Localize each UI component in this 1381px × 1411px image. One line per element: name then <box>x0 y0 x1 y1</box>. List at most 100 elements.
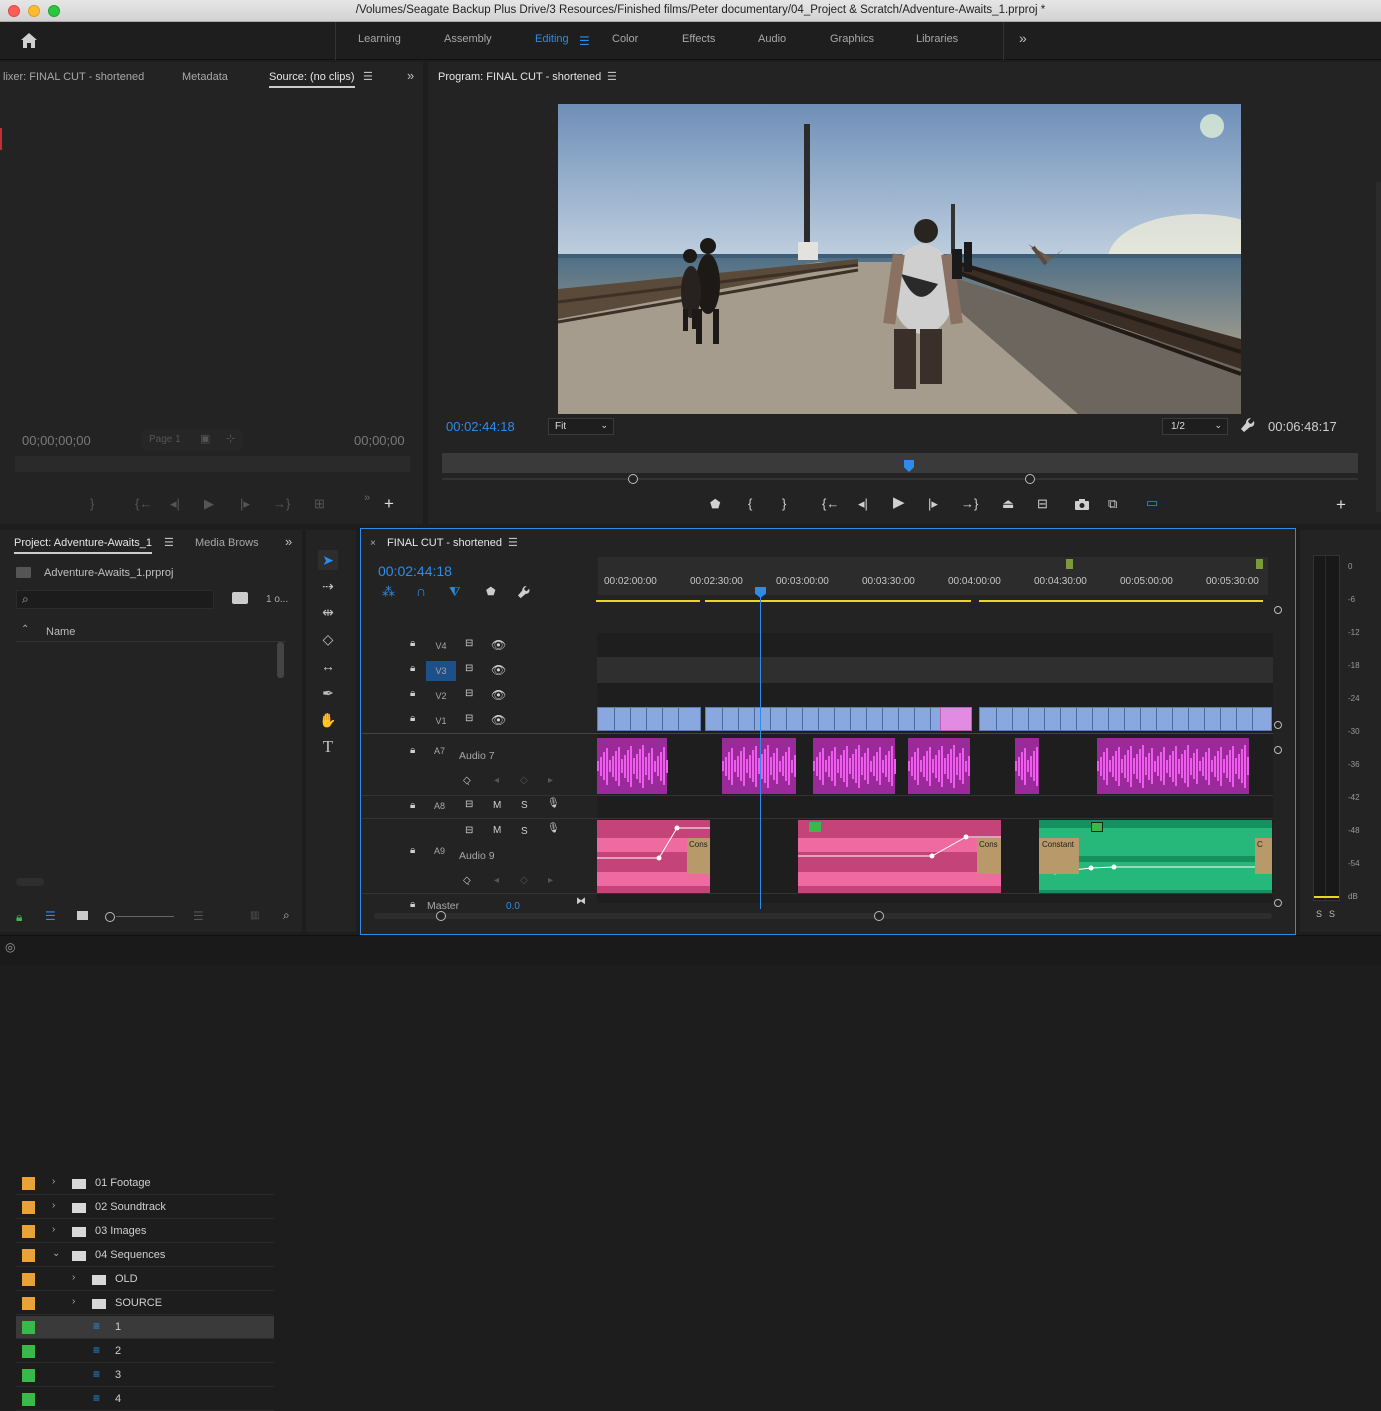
crossfade-transition[interactable]: Cons <box>977 838 1001 874</box>
add-button-icon[interactable]: + <box>1336 496 1346 513</box>
label-color-swatch[interactable] <box>22 1225 35 1238</box>
zoom-level-select[interactable]: Fit ⌄ <box>548 418 614 435</box>
tab-sequence[interactable]: FINAL CUT - shortened <box>387 537 502 549</box>
crossfade-transition[interactable]: Cons <box>687 838 710 874</box>
sequence-marker-icon[interactable] <box>1066 559 1073 569</box>
v1-clip[interactable] <box>597 707 701 731</box>
source-buttons-overflow-icon[interactable]: » <box>364 492 370 504</box>
master-volume-value[interactable]: 0.0 <box>506 901 520 912</box>
v1-sync-lock-icon[interactable]: ⊟ <box>465 713 473 724</box>
comparison-view-icon[interactable]: ⧉ <box>1108 497 1117 510</box>
sort-chevron-icon[interactable]: ⌃ <box>21 624 29 635</box>
chevron-right-icon[interactable]: › <box>72 1296 75 1307</box>
ripple-edit-tool-icon[interactable]: ⇹ <box>318 602 338 622</box>
add-marker-icon[interactable]: ⬟ <box>710 498 720 511</box>
v1-eye-icon[interactable]: 👁︎ <box>491 713 506 727</box>
creative-cloud-icon[interactable]: ◎ <box>5 940 15 954</box>
a7-add-keyframe-icon[interactable]: ◇ <box>520 775 528 786</box>
zoom-handle-left[interactable] <box>628 474 638 484</box>
zoom-slider-track[interactable] <box>116 916 174 917</box>
a7-lock-icon[interactable]: 🔒︎ <box>410 745 415 756</box>
label-color-swatch[interactable] <box>22 1345 35 1358</box>
h-zoom-handle-left[interactable] <box>436 911 446 921</box>
drag-video-icon[interactable]: ▣ <box>200 432 210 445</box>
a7-audio-clip[interactable] <box>597 738 668 794</box>
label-color-swatch[interactable] <box>22 1177 35 1190</box>
type-tool-icon[interactable]: T <box>318 737 338 757</box>
extract-icon[interactable]: ⊟ <box>1037 497 1048 510</box>
a8-mute-button[interactable]: M <box>493 800 501 811</box>
step-back-icon[interactable]: ◂| <box>170 497 180 510</box>
project-bin-row[interactable]: › 03 Images <box>16 1220 274 1243</box>
add-marker-icon[interactable]: ⬟ <box>486 585 496 598</box>
v3-eye-icon[interactable]: 👁︎ <box>491 663 506 677</box>
v4-eye-icon[interactable]: 👁︎ <box>491 638 506 652</box>
v4-track-target[interactable]: V4 <box>426 636 456 656</box>
tab-source[interactable]: Source: (no clips) <box>269 71 355 88</box>
v1-clip-adjustment[interactable] <box>940 707 972 731</box>
a9-sync-lock-icon[interactable]: ⊟ <box>465 825 473 836</box>
panel-resize-edge[interactable] <box>1376 182 1381 512</box>
a8-track-id[interactable]: A8 <box>434 801 445 811</box>
workspace-tab-libraries[interactable]: Libraries <box>916 33 958 45</box>
workspace-tab-color[interactable]: Color <box>612 33 638 45</box>
a9-keyframe-icon[interactable]: ◇̣ <box>463 875 471 886</box>
v-zoom-handle[interactable] <box>1274 606 1282 614</box>
label-color-swatch[interactable] <box>22 1393 35 1406</box>
playback-resolution-select[interactable]: 1/2 ⌄ <box>1162 418 1228 435</box>
sort-icons-icon[interactable]: ☰ <box>193 909 204 923</box>
timeline-h-scrollbar[interactable] <box>374 913 1272 919</box>
a9-clip-green[interactable]: Constant C <box>1039 820 1272 893</box>
tab-audio-clip-mixer[interactable]: lixer: FINAL CUT - shortened <box>3 71 144 83</box>
label-color-swatch[interactable] <box>22 1273 35 1286</box>
new-bin-from-search-icon[interactable] <box>232 592 248 604</box>
a7-keyframe-icon[interactable]: ◇̣ <box>463 775 471 786</box>
go-to-out-icon[interactable]: →} <box>273 497 290 510</box>
source-scrub-bar[interactable] <box>15 456 410 472</box>
project-sequence-row[interactable]: ≡ 1 <box>16 1316 274 1339</box>
label-color-swatch[interactable] <box>22 1369 35 1382</box>
workspace-tab-learning[interactable]: Learning <box>358 33 401 45</box>
timeline-settings-wrench-icon[interactable] <box>518 586 531 599</box>
add-button-icon[interactable]: + <box>384 495 394 512</box>
chevron-down-icon[interactable]: ⌄ <box>52 1248 60 1259</box>
chevron-right-icon[interactable]: › <box>52 1224 55 1235</box>
a7-audio-clip[interactable] <box>1097 738 1249 794</box>
v3-lock-icon[interactable]: 🔒︎ <box>410 663 415 674</box>
snap-icon[interactable]: ∩ <box>416 583 426 599</box>
play-icon[interactable]: ▶ <box>204 497 214 510</box>
label-color-swatch[interactable] <box>22 1321 35 1334</box>
a7-next-keyframe-icon[interactable]: ▸ <box>548 775 553 786</box>
project-bin-row[interactable]: › OLD <box>16 1268 274 1291</box>
a9-clip-pink-1[interactable]: Cons <box>597 820 710 893</box>
timeline-menu-icon[interactable]: ☰ <box>508 536 518 549</box>
razor-tool-icon[interactable]: ◇ <box>318 629 338 649</box>
camera-icon[interactable] <box>1075 498 1089 510</box>
mark-out-icon[interactable]: } <box>782 497 786 510</box>
wrench-icon[interactable] <box>1241 418 1256 433</box>
v2-track-target[interactable]: V2 <box>426 686 456 706</box>
project-sequence-row[interactable]: ≡ 2 <box>16 1340 274 1363</box>
tab-project[interactable]: Project: Adventure-Awaits_1 <box>14 537 152 554</box>
zoom-slider-handle[interactable] <box>105 912 115 922</box>
a8-solo-button[interactable]: S <box>521 800 528 811</box>
step-back-icon[interactable]: ◂| <box>858 497 868 510</box>
chevron-right-icon[interactable]: › <box>52 1200 55 1211</box>
mark-in-icon[interactable]: { <box>748 497 752 510</box>
a8-lock-icon[interactable]: 🔒︎ <box>410 800 415 811</box>
program-monitor-title[interactable]: Program: FINAL CUT - shortened <box>438 71 601 83</box>
v2-lock-icon[interactable]: 🔒︎ <box>410 688 415 699</box>
workspace-tab-graphics[interactable]: Graphics <box>830 33 874 45</box>
hand-tool-icon[interactable]: ✋ <box>318 710 338 730</box>
solo-right-button[interactable]: S <box>1329 909 1335 919</box>
label-color-swatch[interactable] <box>22 1249 35 1262</box>
a7-prev-keyframe-icon[interactable]: ◂ <box>494 775 499 786</box>
list-view-icon[interactable]: ☰ <box>45 909 56 923</box>
a9-prev-keyframe-icon[interactable]: ◂ <box>494 875 499 886</box>
lock-icon[interactable]: 🔒︎ <box>16 910 22 925</box>
captions-icon[interactable]: ▭ <box>1146 496 1158 509</box>
chevron-right-icon[interactable]: › <box>72 1272 75 1283</box>
workspace-tab-effects[interactable]: Effects <box>682 33 715 45</box>
zoom-handle-right[interactable] <box>1025 474 1035 484</box>
v1-lock-icon[interactable]: 🔒︎ <box>410 713 415 724</box>
